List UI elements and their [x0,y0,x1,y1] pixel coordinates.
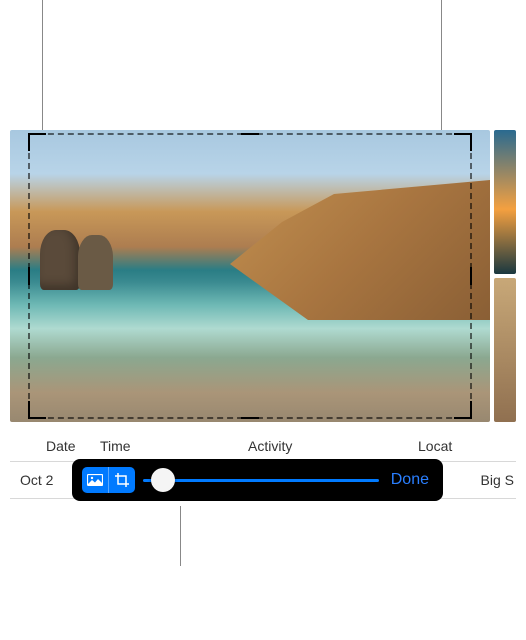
photo-mode-button[interactable] [82,467,108,493]
crop-handle-top-left[interactable] [28,133,46,151]
callout-line-top-right [441,0,442,131]
crop-handle-left[interactable] [28,267,30,285]
cell-location: Big S [481,472,516,488]
photo-scenery [230,180,490,320]
crop-handle-bottom-right[interactable] [454,401,472,419]
callout-line-bottom [180,506,181,566]
photo-editor-area [10,130,516,422]
photo-icon [87,474,103,486]
column-header-time[interactable]: Time [100,438,220,454]
crop-handle-top[interactable] [241,133,259,135]
done-button[interactable]: Done [387,471,433,489]
callout-line-top-left [42,0,43,131]
thumbnail[interactable] [494,130,516,274]
column-header-activity[interactable]: Activity [220,438,400,454]
photo-scenery [78,235,113,290]
table-header: Date Time Activity Locat [10,432,516,460]
crop-handle-top-right[interactable] [454,133,472,151]
crop-icon [114,472,130,488]
mode-segmented-control [82,467,135,493]
main-photo[interactable] [10,130,490,422]
slider-thumb[interactable] [151,468,175,492]
column-header-date[interactable]: Date [10,438,100,454]
crop-handle-bottom-left[interactable] [28,401,46,419]
crop-mode-button[interactable] [109,467,135,493]
column-header-location[interactable]: Locat [400,438,516,454]
crop-toolbar: Done [72,459,443,501]
thumbnail-strip [494,130,516,422]
slider-track [143,479,379,482]
crop-handle-bottom[interactable] [241,417,259,419]
photo-scenery [40,230,80,290]
zoom-slider[interactable] [143,467,379,493]
thumbnail[interactable] [494,278,516,422]
